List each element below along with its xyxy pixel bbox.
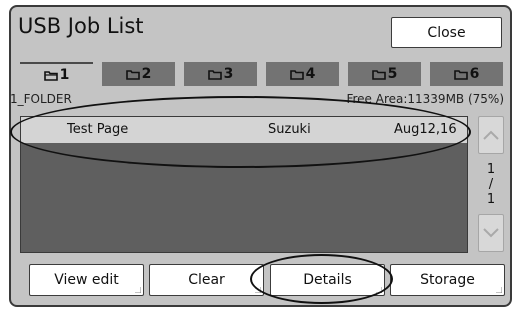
folder-icon — [289, 69, 304, 80]
folder-icon — [371, 69, 386, 80]
folder-icon — [43, 70, 58, 81]
tab-label: 1 — [59, 67, 70, 83]
tab-label: 5 — [387, 66, 398, 82]
folder-icon — [207, 69, 222, 80]
tab-label: 4 — [305, 66, 316, 82]
storage-button[interactable]: Storage — [390, 264, 505, 296]
folder-info: 1_FOLDER Free Area:11339MB (75%) — [10, 92, 504, 110]
tab-folder-6[interactable]: 6 — [430, 62, 503, 86]
details-label: Details — [303, 272, 352, 288]
tab-folder-2[interactable]: 2 — [102, 62, 175, 86]
free-area-readout: Free Area:11339MB (75%) — [346, 92, 504, 106]
page-indicator: 1 / 1 — [478, 162, 504, 208]
folder-icon — [125, 69, 140, 80]
tab-folder-1[interactable]: 1 — [20, 62, 93, 86]
scroll-down-button[interactable] — [478, 214, 504, 252]
job-list: Test Page Suzuki Aug12,16 — [20, 116, 468, 253]
list-item[interactable]: Test Page Suzuki Aug12,16 — [21, 117, 467, 143]
job-owner: Suzuki — [268, 122, 311, 137]
tab-label: 6 — [469, 66, 480, 82]
page-current: 1 — [486, 162, 496, 177]
job-name: Test Page — [67, 122, 129, 137]
dialog-title: USB Job List — [18, 14, 144, 38]
corner-mark-icon — [496, 287, 502, 293]
tab-label: 3 — [223, 66, 234, 82]
corner-mark-icon — [376, 287, 382, 293]
clear-button[interactable]: Clear — [149, 264, 264, 296]
chevron-down-icon — [483, 228, 499, 238]
storage-label: Storage — [420, 272, 475, 288]
view-edit-label: View edit — [54, 272, 119, 288]
details-button[interactable]: Details — [270, 264, 385, 296]
tab-folder-4[interactable]: 4 — [266, 62, 339, 86]
tab-folder-5[interactable]: 5 — [348, 62, 421, 86]
page-total: 1 — [486, 192, 496, 207]
tab-label: 2 — [141, 66, 152, 82]
folder-name: 1_FOLDER — [10, 92, 72, 106]
folder-tabs: 1 2 3 4 5 6 — [20, 62, 504, 86]
scroll-up-button[interactable] — [478, 116, 504, 154]
corner-mark-icon — [255, 287, 261, 293]
clear-label: Clear — [188, 272, 225, 288]
tab-folder-3[interactable]: 3 — [184, 62, 257, 86]
corner-mark-icon — [135, 287, 141, 293]
folder-icon — [453, 69, 468, 80]
view-edit-button[interactable]: View edit — [29, 264, 144, 296]
page-separator: / — [488, 177, 494, 192]
job-date: Aug12,16 — [394, 122, 457, 137]
chevron-up-icon — [483, 130, 499, 140]
close-button[interactable]: Close — [391, 17, 502, 48]
